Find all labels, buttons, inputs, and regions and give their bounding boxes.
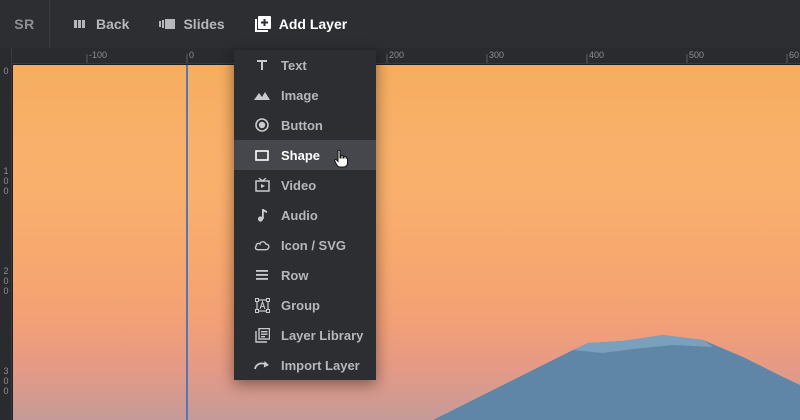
group-icon [254,297,270,313]
menu-item-import-layer[interactable]: Import Layer [234,350,376,380]
menu-item-layer-library[interactable]: Layer Library [234,320,376,350]
menu-item-button[interactable]: Button [234,110,376,140]
ruler-left-label: 0 [3,66,9,76]
ruler-top-label: 500 [689,50,705,60]
menu-item-label: Group [281,297,320,313]
ruler-left-label: 200 [3,266,9,296]
menu-item-row[interactable]: Row [234,260,376,290]
ruler-top-label: 400 [589,50,605,60]
add-layer-label: Add Layer [278,16,348,32]
ruler-top-label: 60 [789,50,800,60]
menu-item-label: Import Layer [281,357,360,373]
video-icon [254,177,270,193]
slides-icon [159,16,176,32]
slide-canvas[interactable] [13,65,800,420]
menu-item-label: Video [281,177,317,193]
row-icon [254,267,270,283]
image-icon [254,87,270,103]
add-layer-menu: Text Image Button Shape Video Audio Icon… [234,50,376,380]
menu-item-label: Button [281,117,323,133]
layer-library-icon [254,327,270,343]
menu-item-label: Layer Library [281,327,364,343]
top-toolbar: SR Back Slides Add Layer [0,0,800,48]
text-icon [254,57,270,73]
back-label: Back [96,16,130,32]
mountain-background-image [433,335,800,420]
import-layer-icon [254,357,270,373]
menu-item-audio[interactable]: Audio [234,200,376,230]
add-layer-icon [254,16,271,32]
button-icon [254,117,270,133]
back-button[interactable]: Back [72,0,129,48]
menu-item-image[interactable]: Image [234,80,376,110]
menu-item-label: Text [281,57,307,73]
ruler-top-label: -100 [89,50,108,60]
ruler-top-label: 300 [489,50,505,60]
menu-item-icon-svg[interactable]: Icon / SVG [234,230,376,260]
slides-label: Slides [183,16,225,32]
menu-item-label: Shape [281,147,321,163]
shape-icon [254,147,270,163]
add-layer-button[interactable]: Add Layer [254,0,348,48]
slides-button[interactable]: Slides [159,0,225,48]
cloud-icon [254,237,270,253]
audio-icon [254,207,270,223]
ruler-ticks [86,54,788,63]
menu-item-label: Row [281,267,309,283]
menu-item-label: Image [281,87,319,103]
vertical-ruler[interactable]: 0 100 200 300 [0,48,12,420]
ruler-top-label: 0 [189,50,195,60]
horizontal-ruler[interactable]: 00 -100 0 100 200 300 400 500 60 [12,48,800,64]
guide-line[interactable] [186,65,188,420]
menu-item-group[interactable]: Group [234,290,376,320]
menu-item-label: Icon / SVG [281,237,347,253]
ruler-left-label: 300 [3,366,9,396]
menu-item-shape[interactable]: Shape [234,140,376,170]
menu-item-video[interactable]: Video [234,170,376,200]
ruler-left-label: 100 [3,166,9,196]
menu-item-text[interactable]: Text [234,50,376,80]
menu-item-label: Audio [281,207,318,223]
ruler-top-label: 200 [389,50,405,60]
app-logo: SR [0,0,50,48]
hand-cursor-icon [334,149,348,171]
back-icon [72,16,88,32]
